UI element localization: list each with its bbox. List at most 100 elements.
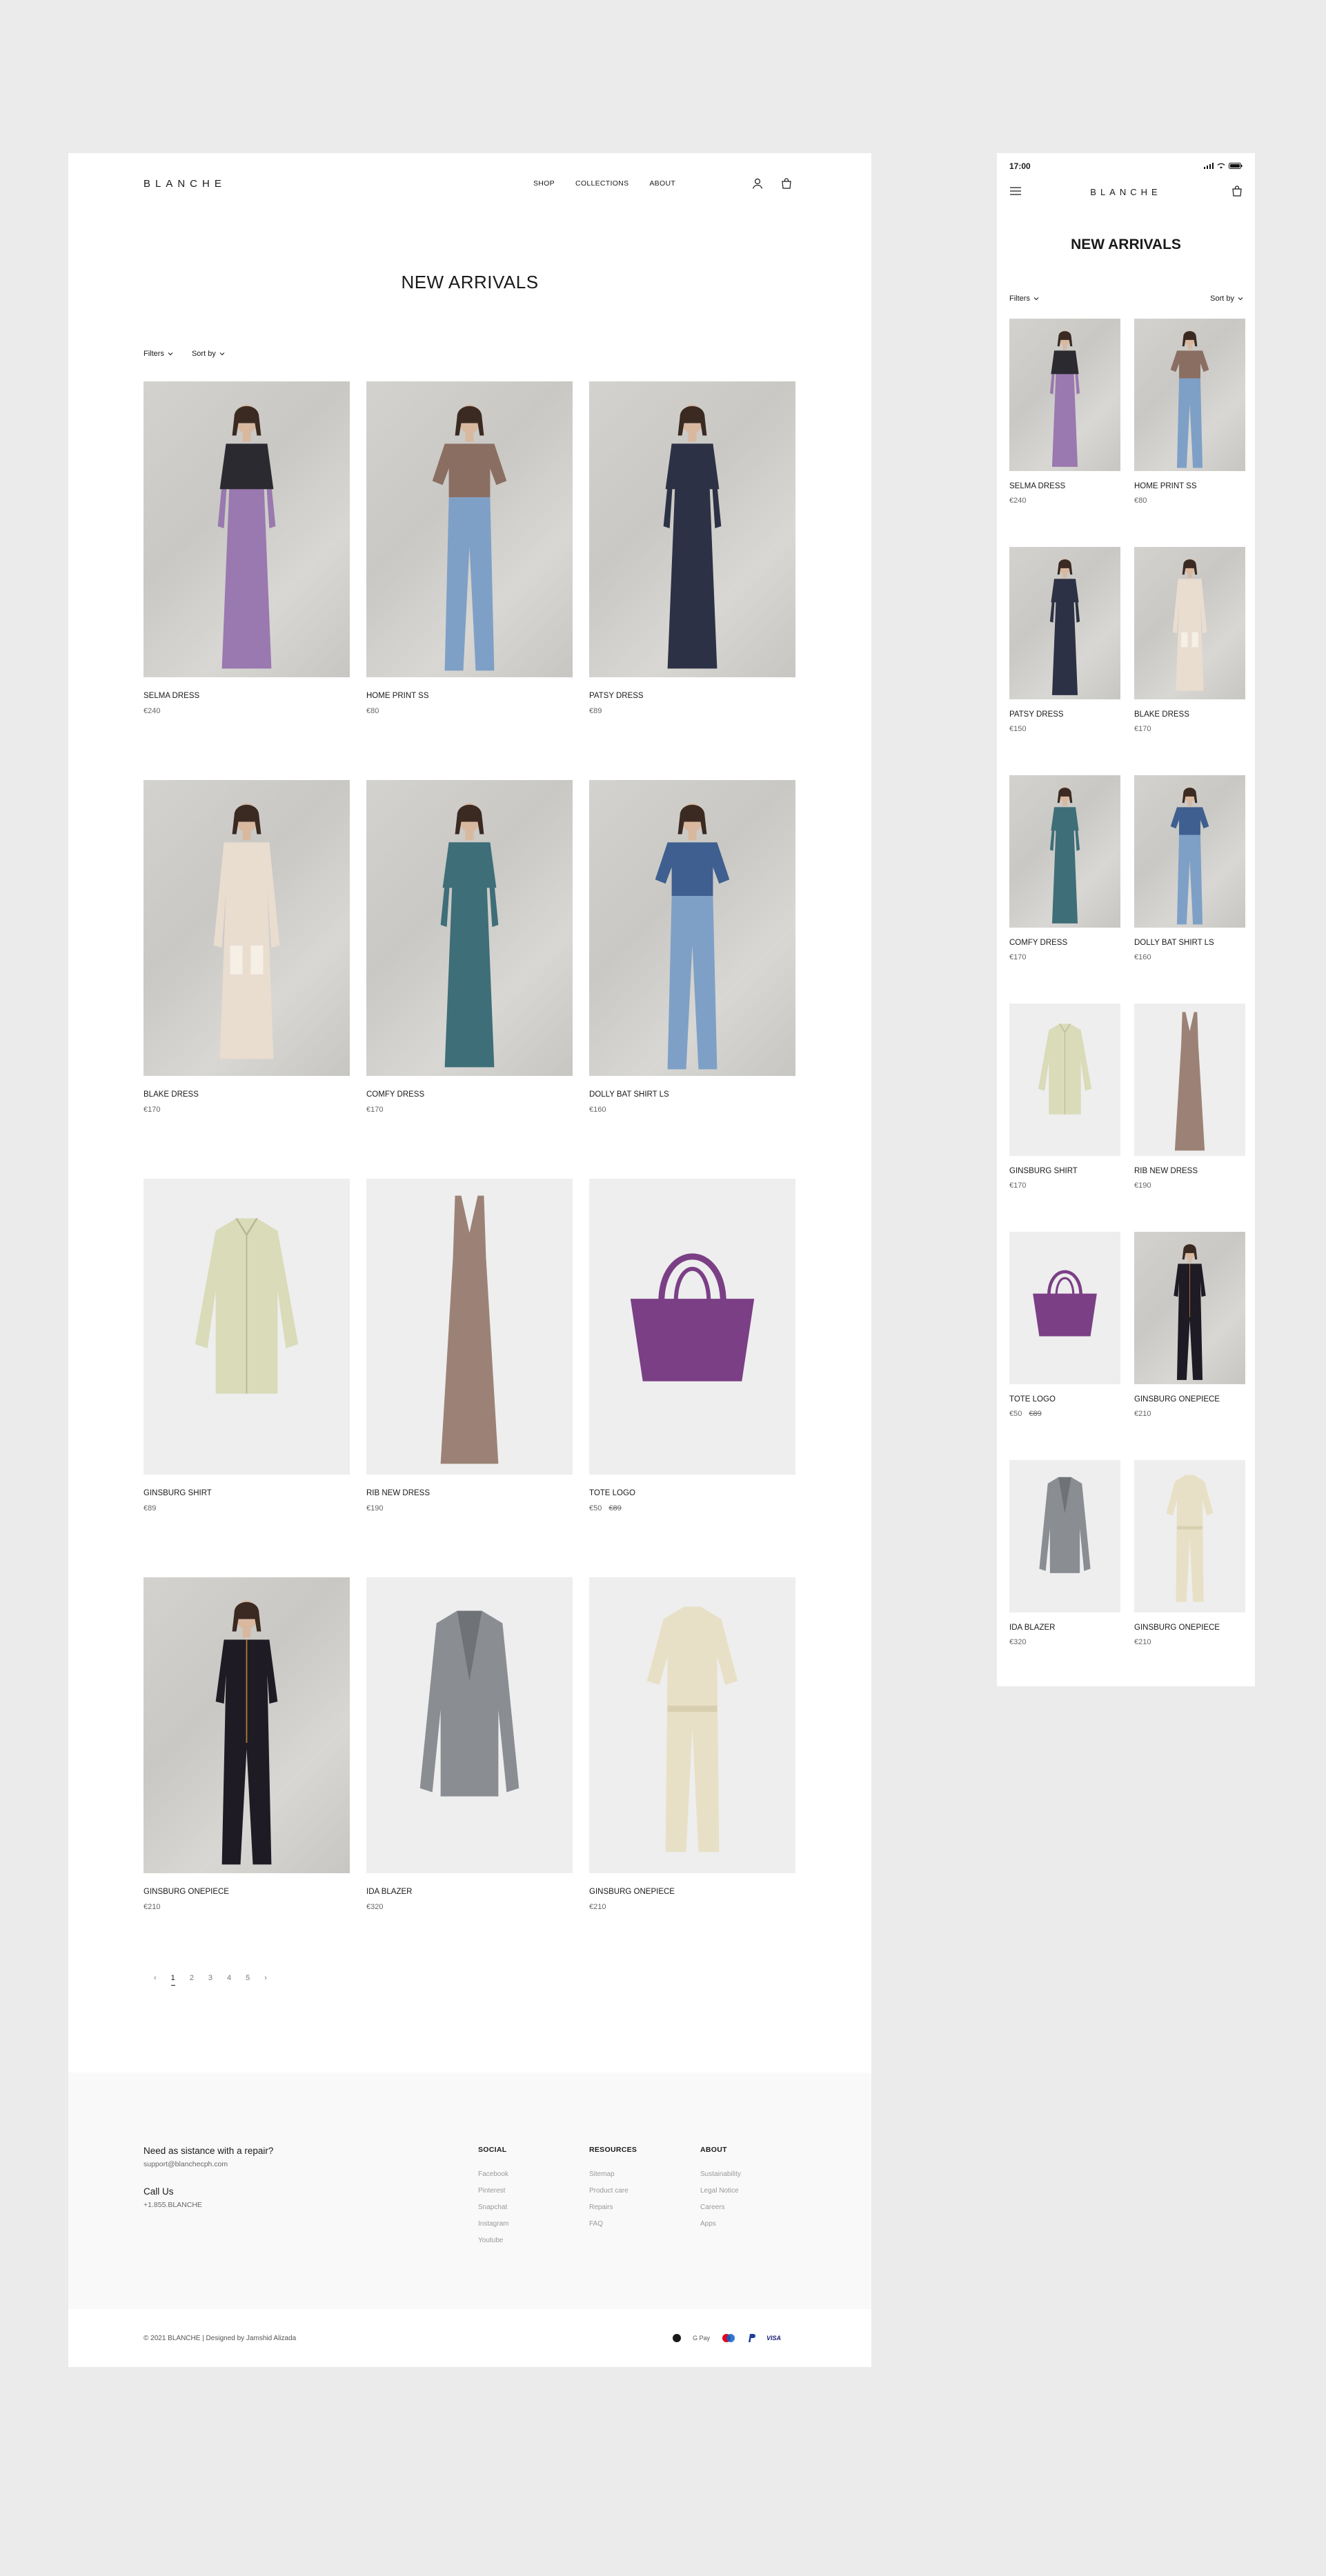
product-name[interactable]: DOLLY BAT SHIRT LS xyxy=(1134,939,1245,947)
product-name[interactable]: GINSBURG SHIRT xyxy=(1009,1167,1120,1175)
brand-logo[interactable]: BLANCHE xyxy=(144,178,226,190)
product-image[interactable] xyxy=(1009,1232,1120,1384)
product-card[interactable]: GINSBURG ONEPIECE €210 xyxy=(1134,1232,1245,1460)
product-card[interactable]: PATSY DRESS €89 xyxy=(589,381,795,780)
product-name[interactable]: HOME PRINT SS xyxy=(366,692,573,700)
product-card[interactable]: COMFY DRESS €170 xyxy=(1009,775,1120,1004)
footer-link-faq[interactable]: FAQ xyxy=(589,2220,637,2228)
product-image[interactable] xyxy=(1134,1460,1245,1613)
product-image[interactable] xyxy=(144,1179,350,1475)
product-image[interactable] xyxy=(589,1577,795,1873)
product-image[interactable] xyxy=(366,381,573,677)
product-card[interactable]: PATSY DRESS €150 xyxy=(1009,547,1120,775)
page-5[interactable]: 5 xyxy=(246,1974,250,1982)
footer-link-careers[interactable]: Careers xyxy=(700,2204,741,2211)
nav-collections[interactable]: COLLECTIONS xyxy=(575,179,629,188)
footer-link-sustainability[interactable]: Sustainability xyxy=(700,2170,741,2178)
product-name[interactable]: IDA BLAZER xyxy=(1009,1624,1120,1632)
product-name[interactable]: SELMA DRESS xyxy=(1009,482,1120,490)
filters-dropdown[interactable]: Filters xyxy=(144,350,174,358)
product-image[interactable] xyxy=(589,1179,795,1475)
product-card[interactable]: BLAKE DRESS €170 xyxy=(144,780,350,1179)
page-3[interactable]: 3 xyxy=(208,1974,212,1982)
prev-page-button[interactable]: ‹ xyxy=(154,1974,157,1982)
product-image[interactable] xyxy=(589,780,795,1076)
product-name[interactable]: GINSBURG SHIRT xyxy=(144,1489,350,1497)
footer-link-snapchat[interactable]: Snapchat xyxy=(478,2204,508,2211)
product-card[interactable]: SELMA DRESS €240 xyxy=(144,381,350,780)
footer-link-facebook[interactable]: Facebook xyxy=(478,2170,508,2178)
product-name[interactable]: PATSY DRESS xyxy=(589,692,795,700)
product-card[interactable]: GINSBURG SHIRT €89 xyxy=(144,1179,350,1577)
product-image[interactable] xyxy=(1009,775,1120,928)
product-image[interactable] xyxy=(1009,1460,1120,1613)
product-name[interactable]: GINSBURG ONEPIECE xyxy=(589,1888,795,1896)
product-name[interactable]: BLAKE DRESS xyxy=(1134,710,1245,719)
footer-link-sitemap[interactable]: Sitemap xyxy=(589,2170,637,2178)
product-image[interactable] xyxy=(1009,547,1120,699)
product-name[interactable]: GINSBURG ONEPIECE xyxy=(1134,1624,1245,1632)
product-card[interactable]: IDA BLAZER €320 xyxy=(366,1577,573,1976)
support-email[interactable]: support@blanchecph.com xyxy=(144,2160,273,2168)
nav-about[interactable]: ABOUT xyxy=(649,179,675,188)
product-image[interactable] xyxy=(589,381,795,677)
product-name[interactable]: GINSBURG ONEPIECE xyxy=(1134,1395,1245,1404)
product-name[interactable]: HOME PRINT SS xyxy=(1134,482,1245,490)
nav-shop[interactable]: SHOP xyxy=(533,179,555,188)
product-image[interactable] xyxy=(1134,1232,1245,1384)
product-card[interactable]: DOLLY BAT SHIRT LS €160 xyxy=(1134,775,1245,1004)
product-card[interactable]: TOTE LOGO €50 €89 xyxy=(1009,1232,1120,1460)
product-card[interactable]: HOME PRINT SS €80 xyxy=(1134,319,1245,547)
product-image[interactable] xyxy=(1134,547,1245,699)
product-card[interactable]: GINSBURG ONEPIECE €210 xyxy=(589,1577,795,1976)
sort-dropdown[interactable]: Sort by xyxy=(192,350,226,358)
page-2[interactable]: 2 xyxy=(190,1974,194,1982)
footer-link-apps[interactable]: Apps xyxy=(700,2220,741,2228)
product-image[interactable] xyxy=(366,780,573,1076)
bag-icon[interactable] xyxy=(780,177,793,190)
product-image[interactable] xyxy=(366,1179,573,1475)
product-name[interactable]: BLAKE DRESS xyxy=(144,1090,350,1099)
product-image[interactable] xyxy=(1134,1004,1245,1156)
mobile-filters-dropdown[interactable]: Filters xyxy=(1009,294,1040,303)
product-name[interactable]: SELMA DRESS xyxy=(144,692,350,700)
mobile-sort-dropdown[interactable]: Sort by xyxy=(1210,294,1244,303)
product-name[interactable]: TOTE LOGO xyxy=(589,1489,795,1497)
product-image[interactable] xyxy=(1134,775,1245,928)
footer-link-product-care[interactable]: Product care xyxy=(589,2187,637,2195)
product-card[interactable]: GINSBURG ONEPIECE €210 xyxy=(144,1577,350,1976)
footer-link-pinterest[interactable]: Pinterest xyxy=(478,2187,508,2195)
product-card[interactable]: HOME PRINT SS €80 xyxy=(366,381,573,780)
product-name[interactable]: PATSY DRESS xyxy=(1009,710,1120,719)
product-image[interactable] xyxy=(1009,319,1120,471)
product-card[interactable]: DOLLY BAT SHIRT LS €160 xyxy=(589,780,795,1179)
product-image[interactable] xyxy=(144,381,350,677)
mobile-bag-icon[interactable] xyxy=(1230,184,1244,198)
footer-link-instagram[interactable]: Instagram xyxy=(478,2220,508,2228)
user-icon[interactable] xyxy=(751,177,764,190)
product-card[interactable]: RIB NEW DRESS €190 xyxy=(366,1179,573,1577)
page-4[interactable]: 4 xyxy=(227,1974,231,1982)
product-name[interactable]: COMFY DRESS xyxy=(366,1090,573,1099)
phone-number[interactable]: +1.855.BLANCHE xyxy=(144,2201,273,2209)
footer-link-legal-notice[interactable]: Legal Notice xyxy=(700,2187,741,2195)
product-card[interactable]: GINSBURG SHIRT €170 xyxy=(1009,1004,1120,1232)
product-image[interactable] xyxy=(144,780,350,1076)
product-name[interactable]: DOLLY BAT SHIRT LS xyxy=(589,1090,795,1099)
product-image[interactable] xyxy=(144,1577,350,1873)
product-name[interactable]: IDA BLAZER xyxy=(366,1888,573,1896)
mobile-brand-logo[interactable]: BLANCHE xyxy=(997,187,1255,197)
footer-link-youtube[interactable]: Youtube xyxy=(478,2237,508,2244)
product-name[interactable]: GINSBURG ONEPIECE xyxy=(144,1888,350,1896)
product-name[interactable]: RIB NEW DRESS xyxy=(366,1489,573,1497)
page-1[interactable]: 1 xyxy=(170,1974,175,1986)
next-page-button[interactable]: › xyxy=(264,1974,267,1982)
product-card[interactable]: BLAKE DRESS €170 xyxy=(1134,547,1245,775)
product-image[interactable] xyxy=(366,1577,573,1873)
product-card[interactable]: RIB NEW DRESS €190 xyxy=(1134,1004,1245,1232)
product-card[interactable]: SELMA DRESS €240 xyxy=(1009,319,1120,547)
product-name[interactable]: RIB NEW DRESS xyxy=(1134,1167,1245,1175)
product-name[interactable]: COMFY DRESS xyxy=(1009,939,1120,947)
footer-link-repairs[interactable]: Repairs xyxy=(589,2204,637,2211)
product-card[interactable]: IDA BLAZER €320 xyxy=(1009,1460,1120,1688)
